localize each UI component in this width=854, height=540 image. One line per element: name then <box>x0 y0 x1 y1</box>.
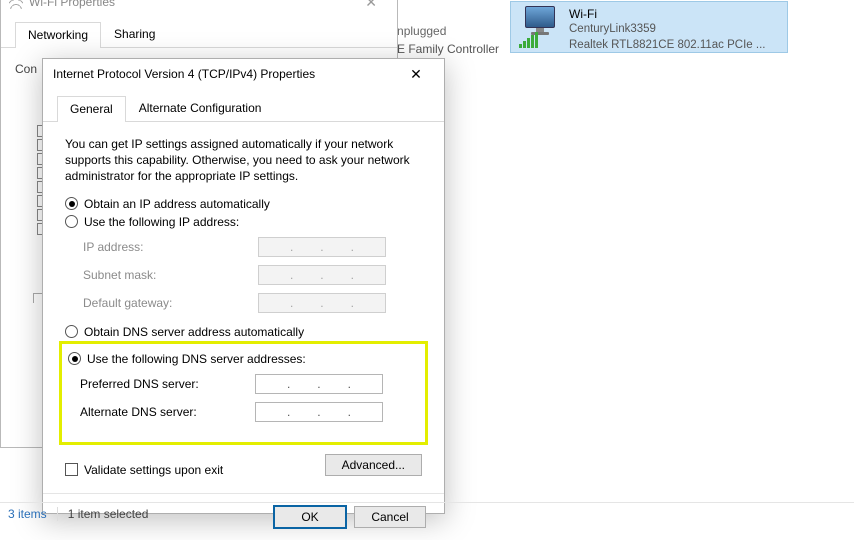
preferred-dns-label: Preferred DNS server: <box>80 377 255 391</box>
radio-ip-auto[interactable] <box>65 197 78 210</box>
alternate-dns-input[interactable]: ... <box>255 402 383 422</box>
network-card-adapter: Realtek RTL8821CE 802.11ac PCIe ... <box>569 38 765 48</box>
subnet-mask-label: Subnet mask: <box>83 268 258 282</box>
default-gateway-input: ... <box>258 293 386 313</box>
preferred-dns-input[interactable]: ... <box>255 374 383 394</box>
default-gateway-label: Default gateway: <box>83 296 258 310</box>
radio-ip-manual-label: Use the following IP address: <box>84 215 239 229</box>
tab-general[interactable]: General <box>57 96 126 122</box>
wifi-icon <box>9 0 23 9</box>
advanced-button[interactable]: Advanced... <box>325 454 422 476</box>
subnet-mask-input: ... <box>258 265 386 285</box>
validate-checkbox[interactable] <box>65 463 78 476</box>
radio-ip-auto-label: Obtain an IP address automatically <box>84 197 270 211</box>
network-card-ssid: CenturyLink3359 <box>569 22 765 38</box>
radio-ip-manual[interactable] <box>65 215 78 228</box>
ipv4-properties-dialog: Internet Protocol Version 4 (TCP/IPv4) P… <box>42 58 445 514</box>
status-item-count: 3 items <box>8 507 47 521</box>
network-card-name: Wi-Fi <box>569 6 765 22</box>
radio-dns-auto-label: Obtain DNS server address automatically <box>84 325 304 339</box>
status-selection: 1 item selected <box>68 507 149 521</box>
ip-address-input: ... <box>258 237 386 257</box>
wifi-adapter-icon <box>519 6 563 50</box>
tab-sharing[interactable]: Sharing <box>101 21 168 47</box>
ip-address-label: IP address: <box>83 240 258 254</box>
network-card-wifi[interactable]: Wi-Fi CenturyLink3359 Realtek RTL8821CE … <box>510 1 788 53</box>
close-icon[interactable]: ✕ <box>353 0 389 11</box>
wifi-properties-title: Wi-Fi Properties <box>29 0 115 9</box>
alternate-dns-label: Alternate DNS server: <box>80 405 255 419</box>
status-bar: 3 items 1 item selected <box>0 502 854 524</box>
radio-dns-manual-label: Use the following DNS server addresses: <box>87 352 306 366</box>
radio-dns-auto[interactable] <box>65 325 78 338</box>
validate-checkbox-label: Validate settings upon exit <box>84 463 223 477</box>
close-icon[interactable]: ✕ <box>398 66 434 83</box>
ipv4-dialog-title: Internet Protocol Version 4 (TCP/IPv4) P… <box>53 67 315 81</box>
radio-dns-manual[interactable] <box>68 352 81 365</box>
highlight-box: Use the following DNS server addresses: … <box>59 341 428 445</box>
description-text: You can get IP settings assigned automat… <box>65 136 422 185</box>
tab-alternate-configuration[interactable]: Alternate Configuration <box>126 95 275 121</box>
tab-networking[interactable]: Networking <box>15 22 101 48</box>
